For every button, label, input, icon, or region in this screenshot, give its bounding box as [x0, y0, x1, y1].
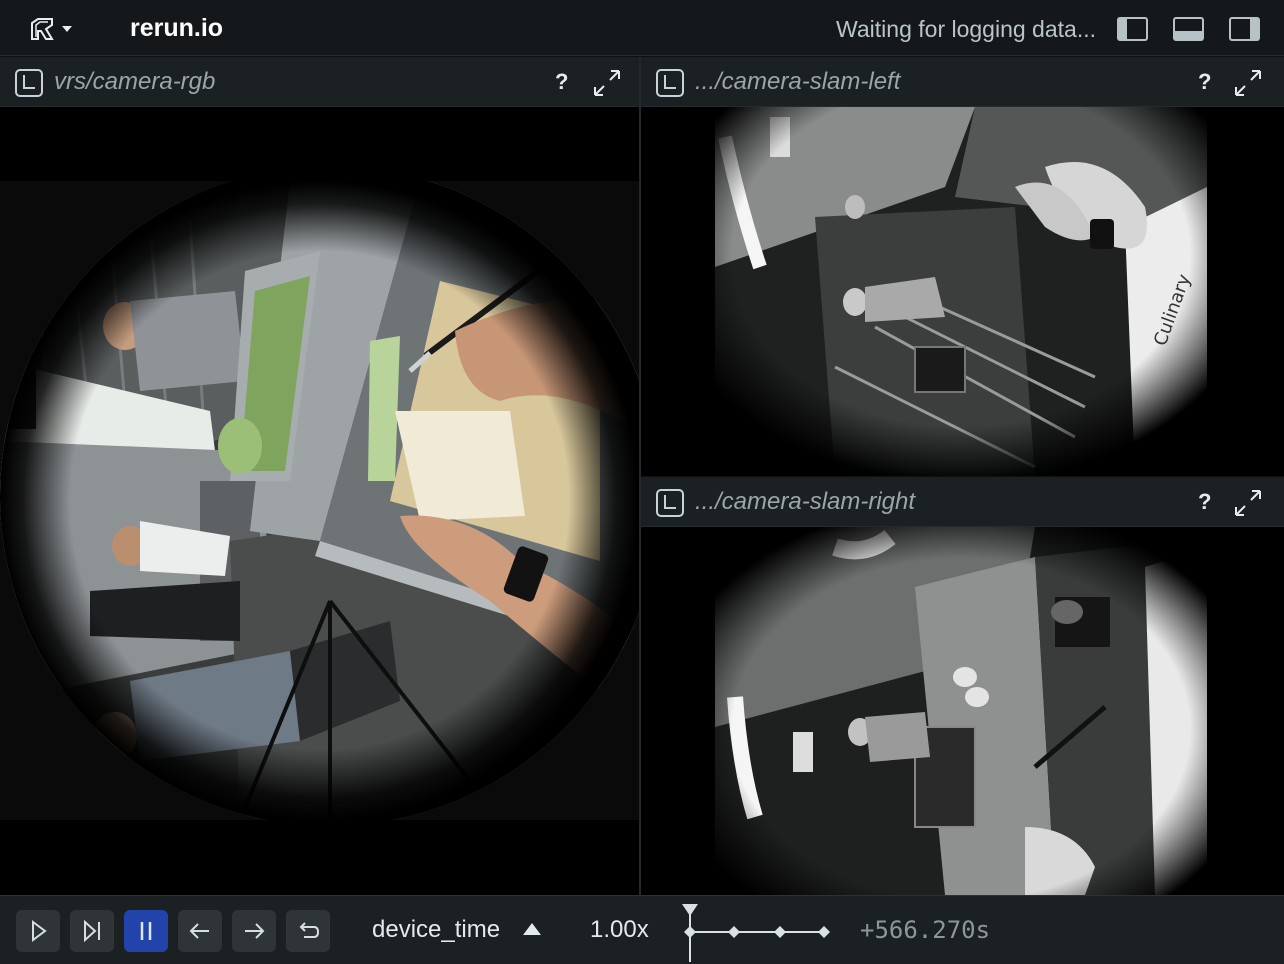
viewport-camera-slam-right[interactable] — [641, 527, 1284, 895]
maximize-icon[interactable] — [1233, 68, 1263, 98]
current-time: +566.270s — [860, 916, 991, 944]
step-next-icon — [245, 923, 265, 939]
time-cursor-icon — [682, 904, 698, 916]
space-view-2d-icon — [656, 69, 684, 97]
step-next-button[interactable] — [232, 910, 276, 952]
bottom-panel-toggle-icon[interactable] — [1173, 17, 1204, 41]
right-panel-toggle-icon[interactable] — [1229, 17, 1260, 41]
loop-button[interactable] — [286, 910, 330, 952]
playback-bar: device_time 1.00x +566.270s — [0, 895, 1284, 964]
step-forward-icon — [84, 919, 100, 943]
step-back-icon — [189, 923, 209, 939]
view-header-camera-rgb[interactable]: vrs/camera-rgb ? — [0, 57, 639, 107]
chevron-down-icon — [62, 26, 72, 32]
sort-asc-icon[interactable] — [523, 923, 541, 935]
pause-button[interactable] — [124, 910, 168, 952]
space-view-2d-icon — [656, 489, 684, 517]
view-header-camera-slam-left[interactable]: .../camera-slam-left ? — [641, 57, 1284, 107]
view-title[interactable]: vrs/camera-rgb — [54, 68, 215, 96]
space-view-2d-icon — [15, 69, 43, 97]
camera-slam-right-image — [715, 527, 1207, 895]
app-title: rerun.io — [130, 14, 224, 42]
help-icon[interactable]: ? — [555, 69, 568, 95]
step-back-button[interactable] — [178, 910, 222, 952]
view-header-camera-slam-right[interactable]: .../camera-slam-right ? — [641, 477, 1284, 527]
camera-slam-left-image: Culinary — [715, 107, 1207, 476]
step-forward-button[interactable] — [70, 910, 114, 952]
viewport-camera-slam-left[interactable]: Culinary — [641, 107, 1284, 476]
help-icon[interactable]: ? — [1198, 69, 1211, 95]
help-icon[interactable]: ? — [1198, 489, 1211, 515]
rerun-logo-icon — [31, 18, 54, 40]
maximize-icon[interactable] — [592, 68, 622, 98]
view-title[interactable]: .../camera-slam-right — [695, 488, 915, 516]
camera-rgb-image — [0, 181, 639, 820]
view-title[interactable]: .../camera-slam-left — [695, 68, 900, 96]
playback-speed[interactable]: 1.00x — [590, 916, 649, 944]
rerun-menu-button[interactable] — [28, 14, 76, 44]
play-icon — [32, 920, 47, 942]
status-text: Waiting for logging data... — [836, 16, 1096, 42]
viewport-camera-rgb[interactable] — [0, 107, 639, 895]
timeline-scrubber[interactable] — [680, 902, 840, 962]
maximize-icon[interactable] — [1233, 488, 1263, 518]
timeline-selector[interactable]: device_time — [372, 916, 500, 944]
loop-icon — [299, 922, 320, 938]
left-panel-toggle-icon[interactable] — [1117, 17, 1148, 41]
pause-icon — [140, 922, 152, 940]
play-button[interactable] — [16, 910, 60, 952]
top-bar: rerun.io Waiting for logging data... — [0, 0, 1284, 56]
